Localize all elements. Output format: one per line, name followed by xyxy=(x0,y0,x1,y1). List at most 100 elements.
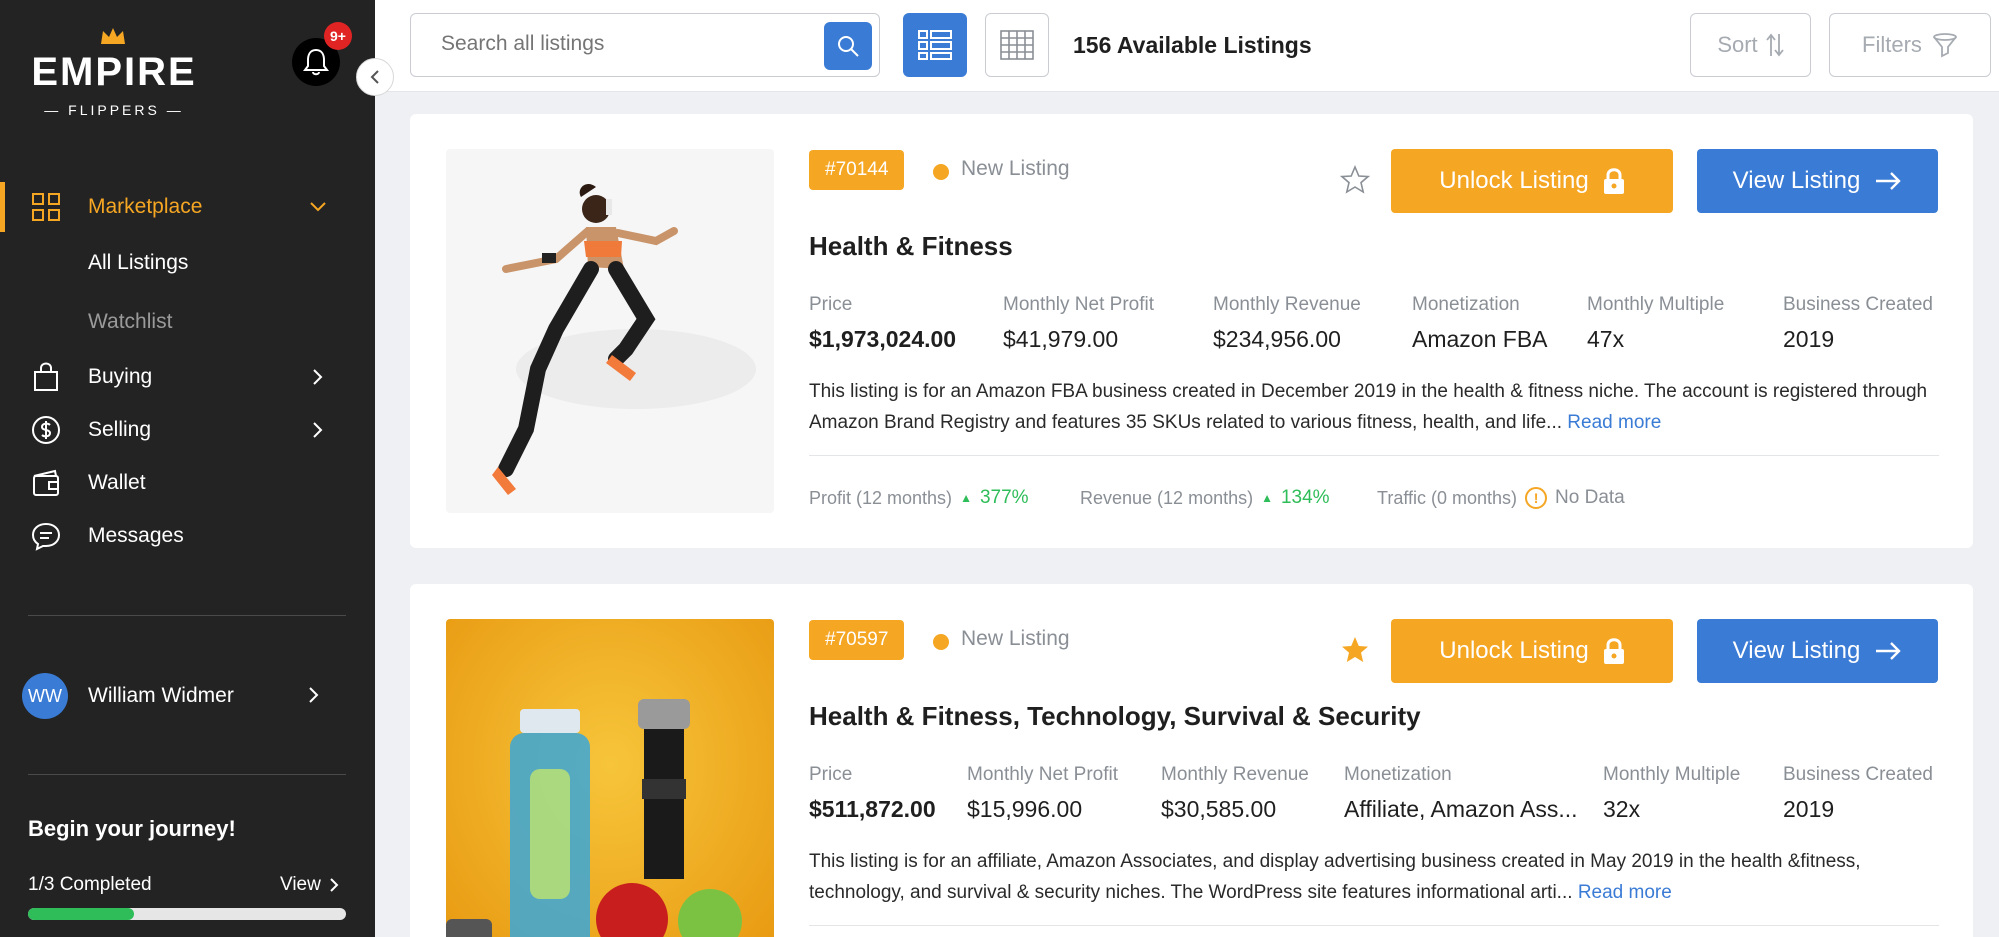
listing-description: This listing is for an Amazon FBA busine… xyxy=(809,376,1939,438)
avatar[interactable]: WW xyxy=(22,673,68,719)
arrow-right-icon xyxy=(1876,172,1902,190)
listing-status: New Listing xyxy=(961,157,1070,180)
logo-wordmark: EMPIRE xyxy=(31,50,197,94)
new-status-dot xyxy=(933,164,949,180)
view-listing-button[interactable]: View Listing xyxy=(1697,149,1938,213)
stat-value: $41,979.00 xyxy=(1003,326,1119,352)
list-view-button[interactable] xyxy=(903,13,967,77)
sidebar-item-label: Messages xyxy=(88,524,184,547)
metric-label: Traffic (0 months) xyxy=(1377,487,1518,508)
stat-value: Amazon FBA xyxy=(1412,326,1548,352)
description-text: This listing is for an affiliate, Amazon… xyxy=(809,851,1861,903)
watchlist-star-button[interactable] xyxy=(1338,163,1372,197)
stat-label: Business Created xyxy=(1783,294,1933,315)
listing-image-fitness-products[interactable] xyxy=(446,619,774,937)
unlock-listing-button[interactable]: Unlock Listing xyxy=(1391,619,1673,683)
listing-title[interactable]: Health & Fitness, Technology, Survival &… xyxy=(809,701,1421,732)
search-box xyxy=(410,13,880,77)
warning-icon: ! xyxy=(1525,487,1548,509)
sidebar-subitem-watchlist[interactable]: Watchlist xyxy=(88,310,172,334)
read-more-link[interactable]: Read more xyxy=(1567,412,1661,433)
stat-price: Price $1,973,024.00 xyxy=(809,294,956,353)
sort-arrows-icon xyxy=(1765,33,1784,57)
sort-label: Sort xyxy=(1717,32,1758,57)
listing-image-runner[interactable] xyxy=(446,149,774,513)
stat-business-created: Business Created 2019 xyxy=(1783,764,1933,823)
stat-monetization: Monetization Amazon FBA xyxy=(1412,294,1548,353)
notification-count-badge: 9+ xyxy=(324,22,352,50)
funnel-icon xyxy=(1933,33,1957,58)
view-listing-button[interactable]: View Listing xyxy=(1697,619,1938,683)
metric-traffic: Traffic (0 months) ! No Data xyxy=(1377,487,1625,509)
stat-value: Affiliate, Amazon Ass... xyxy=(1344,796,1578,822)
stat-monthly-multiple: Monthly Multiple 47x xyxy=(1587,294,1724,353)
journey-progress-fill xyxy=(28,908,134,920)
listing-id-badge: #70597 xyxy=(809,620,905,660)
metric-value: 134% xyxy=(1280,487,1330,508)
logo-subtitle: — FLIPPERS — xyxy=(44,102,184,118)
stat-monthly-multiple: Monthly Multiple 32x xyxy=(1603,764,1740,823)
sidebar-item-label: Wallet xyxy=(88,471,146,494)
view-listing-label: View Listing xyxy=(1732,637,1861,664)
table-view-icon xyxy=(1000,30,1034,60)
watchlist-star-button[interactable] xyxy=(1338,633,1372,667)
metric-value: No Data xyxy=(1555,487,1625,508)
unlock-label: Unlock Listing xyxy=(1439,167,1589,194)
card-divider xyxy=(809,455,1939,456)
lock-icon xyxy=(1603,168,1624,194)
sidebar-divider xyxy=(28,615,346,616)
table-view-button[interactable] xyxy=(985,13,1049,77)
unlock-listing-button[interactable]: Unlock Listing xyxy=(1391,149,1673,213)
read-more-link[interactable]: Read more xyxy=(1578,882,1672,903)
stat-monthly-net-profit: Monthly Net Profit $41,979.00 xyxy=(1003,294,1154,353)
metric-value: 377% xyxy=(979,487,1029,508)
bell-icon xyxy=(303,48,329,76)
crown-icon xyxy=(101,28,125,44)
sidebar-item-buying[interactable]: Buying xyxy=(0,353,375,401)
stat-label: Business Created xyxy=(1783,764,1933,785)
stat-value: $15,996.00 xyxy=(967,796,1083,822)
journey-view-link[interactable]: View xyxy=(280,874,339,896)
sidebar-item-label: Selling xyxy=(88,418,152,441)
stat-value: $1,973,024.00 xyxy=(809,326,957,352)
empire-flippers-logo[interactable]: EMPIRE — FLIPPERS — xyxy=(28,26,200,118)
sidebar-item-selling[interactable]: Selling xyxy=(0,406,375,454)
description-text: This listing is for an Amazon FBA busine… xyxy=(809,381,1928,433)
filters-label: Filters xyxy=(1862,32,1922,57)
sidebar-subitem-all-listings[interactable]: All Listings xyxy=(88,251,188,275)
stat-monthly-net-profit: Monthly Net Profit $15,996.00 xyxy=(967,764,1118,823)
sidebar-item-messages[interactable]: Messages xyxy=(0,512,375,560)
stat-monetization: Monetization Affiliate, Amazon Ass... xyxy=(1344,764,1578,823)
view-listing-label: View Listing xyxy=(1732,167,1861,194)
unlock-label: Unlock Listing xyxy=(1439,637,1589,664)
trend-up-icon: ▲ xyxy=(1261,491,1273,505)
stat-label: Monetization xyxy=(1344,764,1452,785)
filters-button[interactable]: Filters xyxy=(1829,13,1991,77)
chevron-right-icon xyxy=(308,420,328,440)
stat-label: Monthly Multiple xyxy=(1603,764,1741,785)
stat-label: Monetization xyxy=(1412,294,1520,315)
user-name[interactable]: William Widmer xyxy=(88,684,234,708)
star-filled-icon xyxy=(1342,637,1368,662)
metric-profit: Profit (12 months) ▲ 377% xyxy=(809,487,1029,509)
search-button[interactable] xyxy=(824,22,872,70)
chevron-left-icon xyxy=(370,70,379,84)
chevron-right-icon[interactable] xyxy=(308,686,320,709)
stat-label: Monthly Revenue xyxy=(1213,294,1361,315)
search-icon xyxy=(838,36,859,57)
stat-label: Price xyxy=(809,294,853,315)
search-input[interactable] xyxy=(441,32,801,56)
stat-value: 32x xyxy=(1603,796,1641,822)
sort-button[interactable]: Sort xyxy=(1690,13,1811,77)
dollar-circle-icon xyxy=(28,412,64,448)
listing-status: New Listing xyxy=(961,627,1070,650)
lock-icon xyxy=(1603,638,1624,664)
listing-title[interactable]: Health & Fitness xyxy=(809,231,1013,262)
grid-icon xyxy=(28,189,64,225)
sidebar-item-wallet[interactable]: Wallet xyxy=(0,459,375,507)
sidebar-item-marketplace[interactable]: Marketplace xyxy=(0,183,375,231)
metric-label: Revenue (12 months) xyxy=(1080,487,1254,508)
metric-label: Profit (12 months) xyxy=(809,487,953,508)
collapse-sidebar-button[interactable] xyxy=(356,58,394,96)
journey-view-label: View xyxy=(280,874,321,895)
